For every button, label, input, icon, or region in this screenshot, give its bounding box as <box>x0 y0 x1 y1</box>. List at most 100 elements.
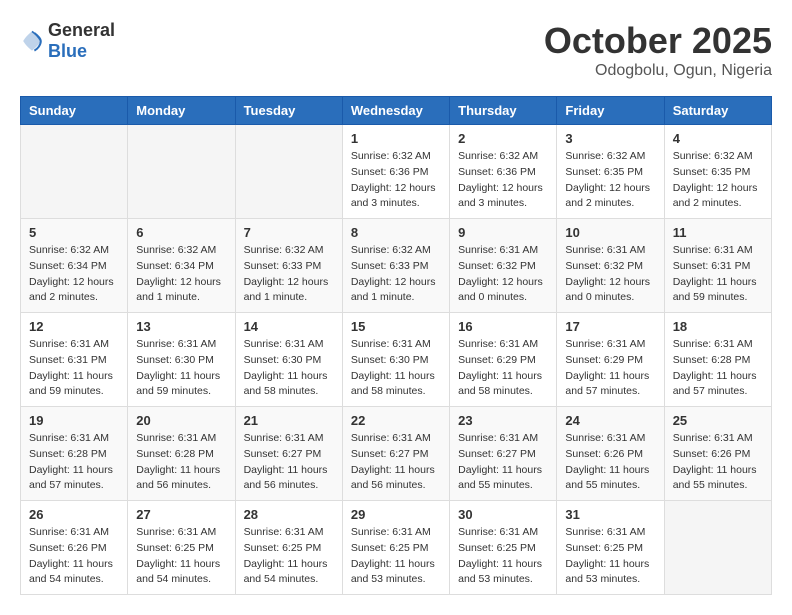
day-number: 23 <box>458 413 548 428</box>
day-cell-27: 27 Sunrise: 6:31 AM Sunset: 6:25 PM Dayli… <box>128 501 235 595</box>
day-number: 6 <box>136 225 226 240</box>
day-info: Sunrise: 6:31 AM Sunset: 6:25 PM Dayligh… <box>458 525 548 588</box>
day-number: 18 <box>673 319 763 334</box>
day-number: 10 <box>565 225 655 240</box>
day-cell-18: 18 Sunrise: 6:31 AM Sunset: 6:28 PM Dayli… <box>664 313 771 407</box>
day-info: Sunrise: 6:32 AM Sunset: 6:34 PM Dayligh… <box>136 243 226 306</box>
day-cell-26: 26 Sunrise: 6:31 AM Sunset: 6:26 PM Dayli… <box>21 501 128 595</box>
day-number: 26 <box>29 507 119 522</box>
logo-blue: Blue <box>48 41 87 61</box>
empty-cell <box>21 125 128 219</box>
day-info: Sunrise: 6:31 AM Sunset: 6:25 PM Dayligh… <box>244 525 334 588</box>
day-number: 3 <box>565 131 655 146</box>
day-number: 30 <box>458 507 548 522</box>
day-cell-9: 9Sunrise: 6:31 AM Sunset: 6:32 PM Daylig… <box>450 219 557 313</box>
day-cell-7: 7Sunrise: 6:32 AM Sunset: 6:33 PM Daylig… <box>235 219 342 313</box>
day-cell-11: 11 Sunrise: 6:31 AM Sunset: 6:31 PM Dayli… <box>664 219 771 313</box>
day-number: 16 <box>458 319 548 334</box>
day-info: Sunrise: 6:32 AM Sunset: 6:35 PM Dayligh… <box>565 149 655 212</box>
day-info: Sunrise: 6:31 AM Sunset: 6:31 PM Dayligh… <box>29 337 119 400</box>
day-number: 24 <box>565 413 655 428</box>
day-info: Sunrise: 6:31 AM Sunset: 6:29 PM Dayligh… <box>458 337 548 400</box>
empty-cell <box>664 501 771 595</box>
day-info: Sunrise: 6:31 AM Sunset: 6:28 PM Dayligh… <box>673 337 763 400</box>
day-number: 27 <box>136 507 226 522</box>
day-number: 11 <box>673 225 763 240</box>
empty-cell <box>235 125 342 219</box>
day-info: Sunrise: 6:31 AM Sunset: 6:28 PM Dayligh… <box>136 431 226 494</box>
day-info: Sunrise: 6:31 AM Sunset: 6:27 PM Dayligh… <box>244 431 334 494</box>
empty-cell <box>128 125 235 219</box>
day-info: Sunrise: 6:31 AM Sunset: 6:27 PM Dayligh… <box>458 431 548 494</box>
logo-icon <box>20 29 44 53</box>
week-row-3: 12 Sunrise: 6:31 AM Sunset: 6:31 PM Dayli… <box>21 313 772 407</box>
day-cell-17: 17Sunrise: 6:31 AM Sunset: 6:29 PM Dayli… <box>557 313 664 407</box>
day-info: Sunrise: 6:32 AM Sunset: 6:33 PM Dayligh… <box>244 243 334 306</box>
location-subtitle: Odogbolu, Ogun, Nigeria <box>544 62 772 80</box>
weekday-header-row: SundayMondayTuesdayWednesdayThursdayFrid… <box>21 97 772 125</box>
day-info: Sunrise: 6:31 AM Sunset: 6:32 PM Dayligh… <box>565 243 655 306</box>
day-info: Sunrise: 6:32 AM Sunset: 6:36 PM Dayligh… <box>351 149 441 212</box>
day-cell-22: 22 Sunrise: 6:31 AM Sunset: 6:27 PM Dayli… <box>342 407 449 501</box>
day-cell-31: 31 Sunrise: 6:31 AM Sunset: 6:25 PM Dayli… <box>557 501 664 595</box>
weekday-header-wednesday: Wednesday <box>342 97 449 125</box>
day-cell-23: 23 Sunrise: 6:31 AM Sunset: 6:27 PM Dayli… <box>450 407 557 501</box>
day-cell-15: 15Sunrise: 6:31 AM Sunset: 6:30 PM Dayli… <box>342 313 449 407</box>
weekday-header-saturday: Saturday <box>664 97 771 125</box>
month-title: October 2025 <box>544 20 772 62</box>
day-cell-1: 1 Sunrise: 6:32 AM Sunset: 6:36 PM Daylig… <box>342 125 449 219</box>
day-cell-14: 14 Sunrise: 6:31 AM Sunset: 6:30 PM Dayli… <box>235 313 342 407</box>
day-cell-19: 19Sunrise: 6:31 AM Sunset: 6:28 PM Dayli… <box>21 407 128 501</box>
day-number: 2 <box>458 131 548 146</box>
day-cell-24: 24Sunrise: 6:31 AM Sunset: 6:26 PM Dayli… <box>557 407 664 501</box>
day-info: Sunrise: 6:31 AM Sunset: 6:31 PM Dayligh… <box>673 243 763 306</box>
day-info: Sunrise: 6:31 AM Sunset: 6:26 PM Dayligh… <box>673 431 763 494</box>
day-number: 12 <box>29 319 119 334</box>
weekday-header-tuesday: Tuesday <box>235 97 342 125</box>
day-info: Sunrise: 6:31 AM Sunset: 6:29 PM Dayligh… <box>565 337 655 400</box>
week-row-5: 26 Sunrise: 6:31 AM Sunset: 6:26 PM Dayli… <box>21 501 772 595</box>
day-info: Sunrise: 6:32 AM Sunset: 6:36 PM Dayligh… <box>458 149 548 212</box>
weekday-header-thursday: Thursday <box>450 97 557 125</box>
day-number: 21 <box>244 413 334 428</box>
day-cell-21: 21 Sunrise: 6:31 AM Sunset: 6:27 PM Dayli… <box>235 407 342 501</box>
day-info: Sunrise: 6:31 AM Sunset: 6:30 PM Dayligh… <box>351 337 441 400</box>
day-number: 25 <box>673 413 763 428</box>
logo: General Blue <box>20 20 115 62</box>
day-number: 1 <box>351 131 441 146</box>
day-info: Sunrise: 6:31 AM Sunset: 6:25 PM Dayligh… <box>351 525 441 588</box>
calendar-table: SundayMondayTuesdayWednesdayThursdayFrid… <box>20 96 772 595</box>
day-cell-13: 13Sunrise: 6:31 AM Sunset: 6:30 PM Dayli… <box>128 313 235 407</box>
day-number: 9 <box>458 225 548 240</box>
page-header: General Blue October 2025 Odogbolu, Ogun… <box>20 20 772 80</box>
day-info: Sunrise: 6:31 AM Sunset: 6:25 PM Dayligh… <box>565 525 655 588</box>
day-number: 4 <box>673 131 763 146</box>
day-cell-8: 8Sunrise: 6:32 AM Sunset: 6:33 PM Daylig… <box>342 219 449 313</box>
day-info: Sunrise: 6:32 AM Sunset: 6:35 PM Dayligh… <box>673 149 763 212</box>
weekday-header-friday: Friday <box>557 97 664 125</box>
day-number: 5 <box>29 225 119 240</box>
day-cell-20: 20 Sunrise: 6:31 AM Sunset: 6:28 PM Dayli… <box>128 407 235 501</box>
day-number: 29 <box>351 507 441 522</box>
day-info: Sunrise: 6:31 AM Sunset: 6:28 PM Dayligh… <box>29 431 119 494</box>
day-cell-29: 29 Sunrise: 6:31 AM Sunset: 6:25 PM Dayli… <box>342 501 449 595</box>
day-cell-10: 10 Sunrise: 6:31 AM Sunset: 6:32 PM Dayli… <box>557 219 664 313</box>
day-info: Sunrise: 6:31 AM Sunset: 6:25 PM Dayligh… <box>136 525 226 588</box>
day-info: Sunrise: 6:31 AM Sunset: 6:26 PM Dayligh… <box>29 525 119 588</box>
title-block: October 2025 Odogbolu, Ogun, Nigeria <box>544 20 772 80</box>
day-info: Sunrise: 6:31 AM Sunset: 6:30 PM Dayligh… <box>244 337 334 400</box>
weekday-header-monday: Monday <box>128 97 235 125</box>
day-cell-16: 16 Sunrise: 6:31 AM Sunset: 6:29 PM Dayli… <box>450 313 557 407</box>
weekday-header-sunday: Sunday <box>21 97 128 125</box>
day-info: Sunrise: 6:31 AM Sunset: 6:30 PM Dayligh… <box>136 337 226 400</box>
day-cell-30: 30 Sunrise: 6:31 AM Sunset: 6:25 PM Dayli… <box>450 501 557 595</box>
week-row-2: 5 Sunrise: 6:32 AM Sunset: 6:34 PM Daylig… <box>21 219 772 313</box>
logo-general: General <box>48 20 115 40</box>
day-number: 14 <box>244 319 334 334</box>
day-number: 31 <box>565 507 655 522</box>
day-number: 28 <box>244 507 334 522</box>
day-info: Sunrise: 6:31 AM Sunset: 6:27 PM Dayligh… <box>351 431 441 494</box>
day-cell-4: 4 Sunrise: 6:32 AM Sunset: 6:35 PM Daylig… <box>664 125 771 219</box>
day-number: 20 <box>136 413 226 428</box>
day-number: 22 <box>351 413 441 428</box>
